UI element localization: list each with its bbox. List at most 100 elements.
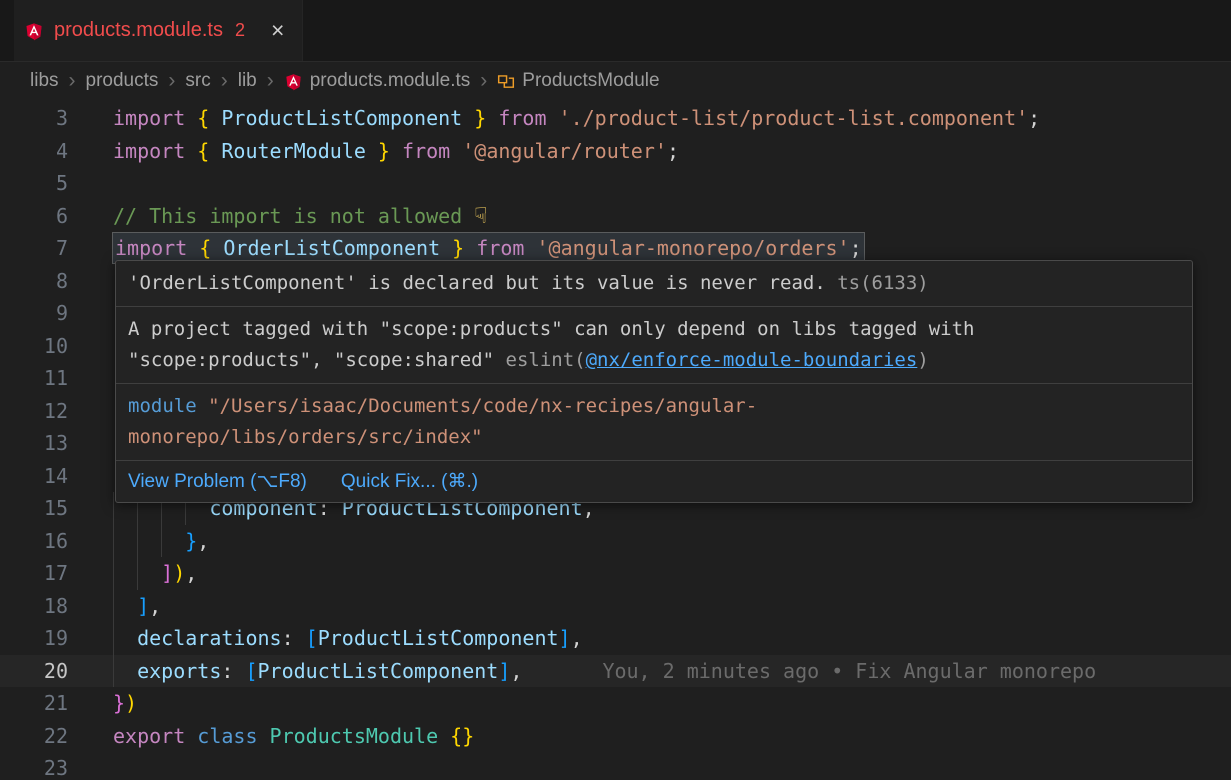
- line-number: 14: [0, 460, 68, 493]
- code-token: }: [366, 139, 390, 163]
- code-token: }: [185, 529, 197, 553]
- angular-file-icon: [24, 21, 44, 41]
- popup-text: 'OrderListComponent' is declared but its…: [128, 272, 826, 294]
- indent-guides: [113, 525, 185, 558]
- eslint-rule-link[interactable]: @nx/enforce-module-boundaries: [586, 349, 918, 371]
- line-number: 15: [0, 492, 68, 525]
- breadcrumb-label: products: [86, 70, 159, 92]
- code-line-16[interactable]: 16},: [0, 525, 1231, 558]
- line-number: 5: [0, 167, 68, 200]
- code-line-20[interactable]: 20exports: [ProductListComponent],You, 2…: [0, 655, 1231, 688]
- breadcrumb-item-products[interactable]: products: [86, 70, 159, 92]
- tab-products-module-ts[interactable]: products.module.ts 2 ×: [14, 0, 303, 61]
- code-line-5[interactable]: 5: [0, 167, 1231, 200]
- code-line-18[interactable]: 18],: [0, 590, 1231, 623]
- popup-sections: 'OrderListComponent' is declared but its…: [116, 261, 1192, 461]
- tab-bar: products.module.ts 2 ×: [0, 0, 1231, 62]
- code-token: RouterModule: [221, 139, 366, 163]
- popup-text-row: 'OrderListComponent' is declared but its…: [128, 268, 1180, 299]
- code-line-6[interactable]: 6 // This import is not allowed ☟: [0, 200, 1231, 233]
- popup-text: eslint(: [506, 349, 586, 371]
- code-text: declarations: [ProductListComponent],: [113, 622, 583, 655]
- code-token: }: [113, 691, 125, 715]
- code-token: ,: [571, 626, 583, 650]
- code-token: from: [390, 139, 462, 163]
- code-token: // This import is not allowed: [113, 204, 474, 228]
- code-line-21[interactable]: 21}): [0, 687, 1231, 720]
- code-line-4[interactable]: 4import { RouterModule } from '@angular/…: [0, 135, 1231, 168]
- code-text: exports: [ProductListComponent],You, 2 m…: [113, 655, 1096, 688]
- code-token: {: [197, 139, 221, 163]
- line-number: 9: [0, 297, 68, 330]
- popup-text: ): [917, 349, 928, 371]
- line-number: 6: [0, 200, 68, 233]
- code-token: {}: [450, 724, 474, 748]
- editor: 3import { ProductListComponent } from '.…: [0, 100, 1231, 780]
- breadcrumb: libs › products › src › lib › products.module.ts…: [0, 62, 1231, 100]
- error-squiggle-range: import { OrderListComponent } from '@ang…: [113, 233, 864, 263]
- breadcrumb-item-src[interactable]: src: [185, 70, 210, 92]
- popup-text-row: "scope:products", "scope:shared" eslint(…: [128, 345, 1180, 376]
- code-text: // This import is not allowed ☟: [113, 200, 487, 233]
- popup-section-1: 'OrderListComponent' is declared but its…: [116, 261, 1192, 307]
- view-problem-action[interactable]: View Problem (⌥F8): [128, 466, 307, 497]
- breadcrumb-item-libs[interactable]: libs: [30, 70, 59, 92]
- breadcrumb-item-products-module-ts[interactable]: products.module.ts: [284, 70, 471, 92]
- git-blame-annotation: You, 2 minutes ago • Fix Angular monorep…: [602, 659, 1096, 683]
- code-token: ,: [185, 561, 197, 585]
- code-token: exports: [137, 659, 221, 683]
- breadcrumb-item-productsmodule[interactable]: ProductsModule: [497, 70, 659, 92]
- code-line-23[interactable]: 23: [0, 752, 1231, 780]
- code-text: }): [113, 687, 137, 720]
- code-token: declarations: [137, 626, 282, 650]
- popup-section-3: module "/Users/isaac/Documents/code/nx-r…: [116, 384, 1192, 461]
- code-text: ]),: [113, 557, 197, 590]
- popup-text: "scope:products", "scope:shared": [128, 349, 506, 371]
- chevron-right-icon: ›: [69, 69, 76, 93]
- line-number: 23: [0, 752, 68, 780]
- line-number: 11: [0, 362, 68, 395]
- chevron-right-icon: ›: [168, 69, 175, 93]
- code-line-19[interactable]: 19 declarations: [ProductListComponent],: [0, 622, 1231, 655]
- code-token: class: [197, 724, 269, 748]
- class-icon: [497, 72, 515, 90]
- code-token: {: [199, 236, 223, 260]
- code-token: ;: [1028, 106, 1040, 130]
- line-number: 12: [0, 395, 68, 428]
- angular-icon: [284, 72, 303, 91]
- popup-section-2: A project tagged with "scope:products" c…: [116, 307, 1192, 384]
- quick-fix-action[interactable]: Quick Fix... (⌘.): [341, 466, 478, 497]
- breadcrumb-item-lib[interactable]: lib: [238, 70, 257, 92]
- chevron-right-icon: ›: [480, 69, 487, 93]
- code-token: }: [462, 106, 486, 130]
- code-token: import: [113, 139, 197, 163]
- popup-text-row: module "/Users/isaac/Documents/code/nx-r…: [128, 391, 1180, 422]
- line-number: 16: [0, 525, 68, 558]
- code-line-22[interactable]: 22export class ProductsModule {}: [0, 720, 1231, 753]
- popup-text: monorepo/libs/orders/src/index": [128, 426, 483, 448]
- indent-guides: [113, 622, 137, 655]
- line-number: 19: [0, 622, 68, 655]
- chevron-right-icon: ›: [267, 69, 274, 93]
- code-token: ProductListComponent: [221, 106, 462, 130]
- code-token: :: [221, 659, 245, 683]
- tab-close-icon[interactable]: ×: [271, 19, 284, 42]
- code-token: import: [113, 106, 197, 130]
- code-text: import { ProductListComponent } from './…: [113, 102, 1040, 135]
- breadcrumb-label: lib: [238, 70, 257, 92]
- code-token: ): [173, 561, 185, 585]
- chevron-right-icon: ›: [221, 69, 228, 93]
- code-token: ]: [498, 659, 510, 683]
- code-token: ;: [667, 139, 679, 163]
- line-number: 21: [0, 687, 68, 720]
- code-token: {: [197, 106, 221, 130]
- code-line-3[interactable]: 3import { ProductListComponent } from '.…: [0, 102, 1231, 135]
- popup-text-row: A project tagged with "scope:products" c…: [128, 314, 1180, 345]
- code-token: ,: [197, 529, 209, 553]
- code-token: ;: [850, 236, 862, 260]
- popup-text: A project tagged with "scope:products" c…: [128, 318, 974, 340]
- indent-guides: [113, 655, 137, 688]
- breadcrumb-label: src: [185, 70, 210, 92]
- line-number: 8: [0, 265, 68, 298]
- code-line-17[interactable]: 17]),: [0, 557, 1231, 590]
